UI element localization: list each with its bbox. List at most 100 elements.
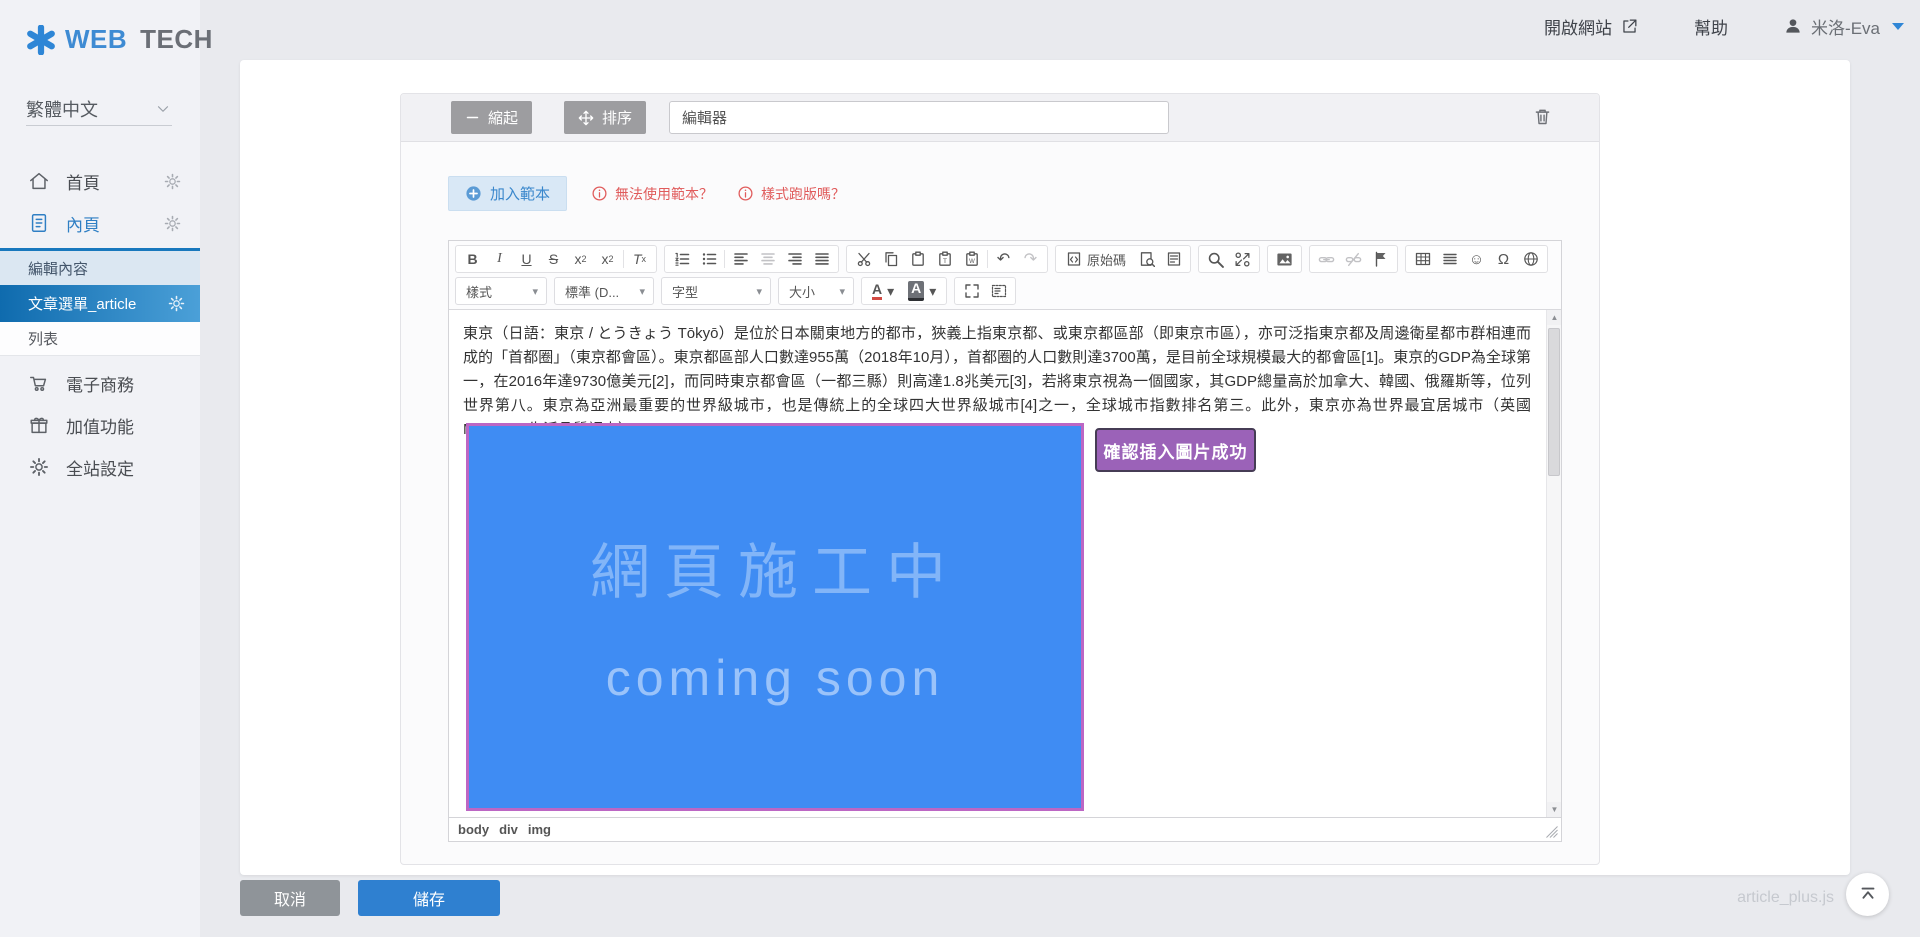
move-icon <box>578 110 594 126</box>
strikethrough-button[interactable]: S <box>540 247 567 271</box>
format-dropdown[interactable]: 標準 (D... ▾ <box>554 277 654 305</box>
bulleted-list-icon <box>701 251 717 267</box>
collapse-button[interactable]: 縮起 <box>451 101 532 134</box>
gift-icon <box>28 414 50 436</box>
undo-button[interactable]: ↶ <box>990 247 1017 271</box>
horizontal-rule-button[interactable] <box>1436 247 1463 271</box>
open-site-link[interactable]: 開啟網站 <box>1544 14 1639 39</box>
gear-icon[interactable] <box>163 214 182 233</box>
trash-icon <box>1532 106 1553 127</box>
save-button[interactable]: 儲存 <box>358 880 500 916</box>
link-button[interactable] <box>1313 247 1340 271</box>
inserted-image-selected[interactable]: 網頁施工中 coming soon <box>466 423 1084 811</box>
font-dropdown[interactable]: 字型 ▾ <box>661 277 771 305</box>
path-element-div[interactable]: div <box>499 822 518 837</box>
help-link[interactable]: 幫助 <box>1694 14 1728 39</box>
clipboard-icon <box>910 251 926 267</box>
submenu-item-list[interactable]: 列表 <box>0 322 200 356</box>
confirm-image-inserted-button[interactable]: 確認插入圖片成功 <box>1095 428 1256 472</box>
sidebar-item-addons[interactable]: 加值功能 <box>0 404 200 446</box>
iframe-button[interactable] <box>1517 247 1544 271</box>
align-center-button[interactable] <box>754 247 781 271</box>
styles-dropdown[interactable]: 樣式 ▾ <box>455 277 547 305</box>
sidebar-item-ecommerce[interactable]: 電子商務 <box>0 362 200 404</box>
sidebar: WEB TECH 繁體中文 首頁 內頁 編輯內容 <box>0 0 200 937</box>
image-icon <box>1276 251 1293 268</box>
image-button[interactable] <box>1271 247 1298 271</box>
bold-button[interactable]: B <box>459 247 486 271</box>
scroll-to-top-button[interactable] <box>1846 873 1889 916</box>
scroll-up-arrow-icon[interactable]: ▲ <box>1547 310 1561 325</box>
cut-button[interactable] <box>850 247 877 271</box>
sidebar-item-inner-pages[interactable]: 內頁 <box>0 202 200 244</box>
home-icon <box>28 170 50 192</box>
subscript-button[interactable]: x2 <box>567 247 594 271</box>
hint-style-broken[interactable]: 樣式跑版嗎？ <box>737 184 845 204</box>
find-button[interactable] <box>1202 247 1229 271</box>
flag-icon <box>1373 251 1389 267</box>
redo-button[interactable]: ↷ <box>1017 247 1044 271</box>
toolbar-group-clipboard: T W ↶ ↷ <box>846 245 1048 273</box>
toolbar-separator <box>987 250 988 268</box>
image-placeholder-text-zh: 網頁施工中 <box>590 524 960 611</box>
table-button[interactable] <box>1409 247 1436 271</box>
sidebar-item-site-settings[interactable]: 全站設定 <box>0 446 200 488</box>
paste-as-text-button[interactable]: T <box>931 247 958 271</box>
align-right-button[interactable] <box>781 247 808 271</box>
size-dropdown[interactable]: 大小 ▾ <box>778 277 854 305</box>
sidebar-item-label: 內頁 <box>66 211 100 236</box>
source-button[interactable]: 原始碼 <box>1059 247 1133 271</box>
italic-button[interactable]: I <box>486 247 513 271</box>
copy-button[interactable] <box>877 247 904 271</box>
superscript-button[interactable]: x2 <box>594 247 621 271</box>
language-selector[interactable]: 繁體中文 <box>26 92 172 126</box>
sidebar-submenu: 編輯內容 文章選單_article 列表 <box>0 248 200 356</box>
submenu-item-edit-content[interactable]: 編輯內容 <box>0 251 200 285</box>
delete-module-button[interactable] <box>1532 106 1553 127</box>
editor-content-area[interactable]: 東京（日語：東京 / とうきょう Tōkyō）是位於日本關東地方的都市，狹義上指… <box>449 310 1561 817</box>
numbered-list-button[interactable] <box>668 247 695 271</box>
show-blocks-button[interactable] <box>985 279 1012 303</box>
remove-format-button[interactable]: Tx <box>626 247 653 271</box>
path-element-body[interactable]: body <box>458 822 489 837</box>
text-color-icon: A <box>872 282 882 300</box>
align-left-button[interactable] <box>727 247 754 271</box>
gear-icon[interactable] <box>167 294 186 313</box>
paste-from-word-button[interactable]: W <box>958 247 985 271</box>
toolbar-group-lists-align <box>664 245 839 273</box>
path-element-img[interactable]: img <box>528 822 551 837</box>
background-color-button[interactable]: A ▾ <box>901 279 943 303</box>
preview-button[interactable] <box>1133 247 1160 271</box>
add-template-button[interactable]: 加入範本 <box>448 176 567 211</box>
unlink-button[interactable] <box>1340 247 1367 271</box>
hint-cannot-use-template[interactable]: 無法使用範本？ <box>591 184 713 204</box>
templates-button[interactable] <box>1160 247 1187 271</box>
resize-grip-icon[interactable] <box>1545 825 1559 839</box>
horizontal-lines-icon <box>1442 251 1458 267</box>
module-title-input[interactable] <box>669 101 1169 134</box>
editor-scrollbar[interactable]: ▲ ▼ <box>1546 310 1561 817</box>
scroll-down-arrow-icon[interactable]: ▼ <box>1547 802 1561 817</box>
replace-button[interactable] <box>1229 247 1256 271</box>
toolbar-group-insert: ☺ Ω <box>1405 245 1548 273</box>
gear-icon[interactable] <box>163 172 182 191</box>
cancel-button[interactable]: 取消 <box>240 880 340 916</box>
text-color-button[interactable]: A ▾ <box>865 279 901 303</box>
bulleted-list-button[interactable] <box>695 247 722 271</box>
paste-button[interactable] <box>904 247 931 271</box>
anchor-button[interactable] <box>1367 247 1394 271</box>
special-char-button[interactable]: Ω <box>1490 247 1517 271</box>
sidebar-item-home[interactable]: 首頁 <box>0 160 200 202</box>
smiley-button[interactable]: ☺ <box>1463 247 1490 271</box>
submenu-item-article-menu[interactable]: 文章選單_article <box>0 285 200 322</box>
user-menu[interactable]: 米洛-Eva <box>1783 14 1904 39</box>
format-dropdown-label: 標準 (D... <box>565 282 619 301</box>
toolbar-group-image <box>1267 245 1302 273</box>
maximize-icon <box>964 283 980 299</box>
justify-button[interactable] <box>808 247 835 271</box>
underline-button[interactable]: U <box>513 247 540 271</box>
person-icon <box>1783 16 1803 36</box>
sort-button[interactable]: 排序 <box>564 101 646 134</box>
scrollbar-thumb[interactable] <box>1548 328 1560 476</box>
maximize-button[interactable] <box>958 279 985 303</box>
